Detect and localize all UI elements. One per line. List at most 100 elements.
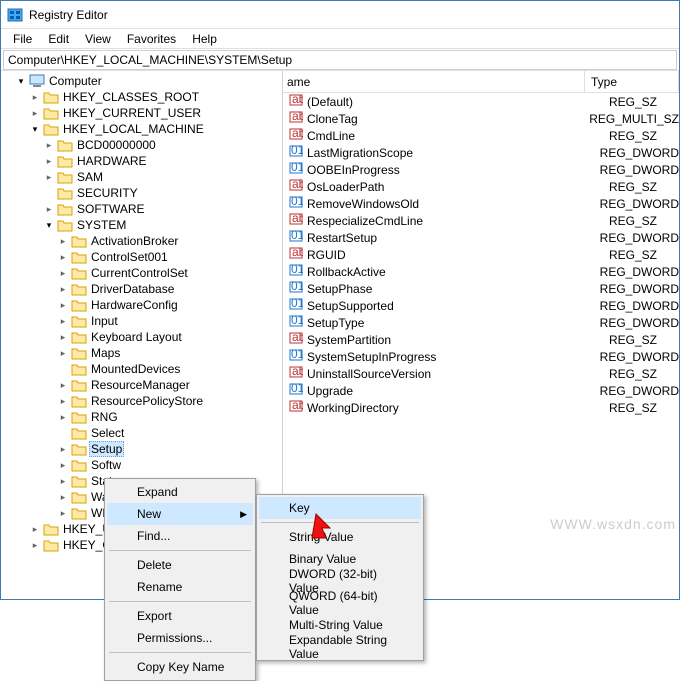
tree-root[interactable]: ▾Computer	[1, 73, 282, 89]
menu-edit[interactable]: Edit	[40, 30, 77, 48]
tree-hkcu[interactable]: ▸HKEY_CURRENT_USER	[1, 105, 282, 121]
table-row[interactable]: abUninstallSourceVersionREG_SZ	[283, 365, 679, 382]
cm-copykeyname[interactable]: Copy Key Name	[107, 656, 253, 678]
chevron-right-icon[interactable]: ▸	[43, 172, 55, 183]
tree-currentcontrolset[interactable]: ▸CurrentControlSet	[1, 265, 282, 281]
chevron-right-icon[interactable]: ▸	[57, 412, 69, 423]
tree-software-sub[interactable]: ▸Softw	[1, 457, 282, 473]
col-name-header[interactable]: ame	[283, 71, 585, 92]
tree-input[interactable]: ▸Input	[1, 313, 282, 329]
tree-mounteddevices[interactable]: MountedDevices	[1, 361, 282, 377]
tree-maps[interactable]: ▸Maps	[1, 345, 282, 361]
chevron-right-icon[interactable]: ▸	[57, 348, 69, 359]
tree-select[interactable]: Select	[1, 425, 282, 441]
tree-activationbroker[interactable]: ▸ActivationBroker	[1, 233, 282, 249]
chevron-right-icon[interactable]: ▸	[57, 476, 69, 487]
path-input[interactable]	[3, 50, 677, 70]
chevron-right-icon[interactable]: ▸	[29, 540, 41, 551]
tree-resourcepolicystore[interactable]: ▸ResourcePolicyStore	[1, 393, 282, 409]
chevron-right-icon[interactable]: ▸	[43, 140, 55, 151]
table-row[interactable]: 011SetupPhaseREG_DWORD	[283, 280, 679, 297]
table-row[interactable]: abCmdLineREG_SZ	[283, 127, 679, 144]
folder-icon	[71, 410, 87, 424]
tree-bcd[interactable]: ▸BCD00000000	[1, 137, 282, 153]
chevron-right-icon[interactable]: ▸	[43, 156, 55, 167]
chevron-right-icon[interactable]: ▸	[57, 300, 69, 311]
tree-hardware[interactable]: ▸HARDWARE	[1, 153, 282, 169]
chevron-right-icon[interactable]: ▸	[57, 396, 69, 407]
tree-hklm[interactable]: ▾HKEY_LOCAL_MACHINE	[1, 121, 282, 137]
tree-driverdatabase[interactable]: ▸DriverDatabase	[1, 281, 282, 297]
value-name: RestartSetup	[307, 231, 377, 245]
chevron-right-icon[interactable]: ▸	[57, 492, 69, 503]
cm-expandable[interactable]: Expandable String Value	[259, 636, 421, 658]
chevron-right-icon[interactable]: ▸	[57, 460, 69, 471]
chevron-right-icon[interactable]: ▸	[57, 236, 69, 247]
table-row[interactable]: 011SetupTypeREG_DWORD	[283, 314, 679, 331]
tree-hkcr[interactable]: ▸HKEY_CLASSES_ROOT	[1, 89, 282, 105]
chevron-right-icon[interactable]: ▸	[57, 252, 69, 263]
tree-system[interactable]: ▾SYSTEM	[1, 217, 282, 233]
tree-sam[interactable]: ▸SAM	[1, 169, 282, 185]
tree-security[interactable]: SECURITY	[1, 185, 282, 201]
table-row[interactable]: abSystemPartitionREG_SZ	[283, 331, 679, 348]
tree-software[interactable]: ▸SOFTWARE	[1, 201, 282, 217]
chevron-right-icon[interactable]: ▸	[43, 204, 55, 215]
value-name: SystemSetupInProgress	[307, 350, 436, 364]
cm-expand[interactable]: Expand	[107, 481, 253, 503]
tree-resourcemanager[interactable]: ▸ResourceManager	[1, 377, 282, 393]
cm-export[interactable]: Export	[107, 605, 253, 627]
menu-file[interactable]: File	[5, 30, 40, 48]
string-value-icon: ab	[289, 93, 303, 110]
cm-key[interactable]: Key	[259, 497, 421, 519]
cm-new[interactable]: New▶	[107, 503, 253, 525]
cm-permissions[interactable]: Permissions...	[107, 627, 253, 649]
svg-text:011: 011	[291, 144, 303, 157]
cm-find[interactable]: Find...	[107, 525, 253, 547]
tree-rng[interactable]: ▸RNG	[1, 409, 282, 425]
table-row[interactable]: abCloneTagREG_MULTI_SZ	[283, 110, 679, 127]
chevron-right-icon[interactable]: ▸	[57, 444, 69, 455]
menu-view[interactable]: View	[77, 30, 119, 48]
table-row[interactable]: abRespecializeCmdLineREG_SZ	[283, 212, 679, 229]
table-row[interactable]: 011UpgradeREG_DWORD	[283, 382, 679, 399]
menu-favorites[interactable]: Favorites	[119, 30, 184, 48]
table-row[interactable]: 011RollbackActiveREG_DWORD	[283, 263, 679, 280]
chevron-right-icon[interactable]: ▸	[57, 508, 69, 519]
chevron-right-icon[interactable]: ▸	[29, 92, 41, 103]
table-row[interactable]: 011SetupSupportedREG_DWORD	[283, 297, 679, 314]
tree-hardwareconfig[interactable]: ▸HardwareConfig	[1, 297, 282, 313]
chevron-down-icon[interactable]: ▾	[29, 124, 41, 135]
table-row[interactable]: 011LastMigrationScopeREG_DWORD	[283, 144, 679, 161]
chevron-down-icon[interactable]: ▾	[15, 76, 27, 87]
tree-setup[interactable]: ▸Setup	[1, 441, 282, 457]
cm-rename[interactable]: Rename	[107, 576, 253, 598]
cm-string[interactable]: String Value	[259, 526, 421, 548]
table-row[interactable]: 011RestartSetupREG_DWORD	[283, 229, 679, 246]
chevron-right-icon[interactable]: ▸	[29, 524, 41, 535]
folder-icon	[71, 362, 87, 376]
table-row[interactable]: abRGUIDREG_SZ	[283, 246, 679, 263]
chevron-right-icon[interactable]: ▸	[57, 316, 69, 327]
table-row[interactable]: 011SystemSetupInProgressREG_DWORD	[283, 348, 679, 365]
chevron-right-icon[interactable]: ▸	[57, 284, 69, 295]
binary-value-icon: 011	[289, 314, 303, 331]
chevron-right-icon[interactable]: ▸	[57, 268, 69, 279]
chevron-right-icon[interactable]: ▸	[57, 332, 69, 343]
string-value-icon: ab	[289, 365, 303, 382]
tree-keyboardlayout[interactable]: ▸Keyboard Layout	[1, 329, 282, 345]
menu-help[interactable]: Help	[184, 30, 225, 48]
chevron-right-icon[interactable]: ▸	[57, 380, 69, 391]
table-row[interactable]: 011OOBEInProgressREG_DWORD	[283, 161, 679, 178]
cm-multistring[interactable]: Multi-String Value	[259, 614, 421, 636]
col-type-header[interactable]: Type	[585, 71, 679, 92]
chevron-right-icon[interactable]: ▸	[29, 108, 41, 119]
cm-delete[interactable]: Delete	[107, 554, 253, 576]
chevron-down-icon[interactable]: ▾	[43, 220, 55, 231]
table-row[interactable]: ab(Default)REG_SZ	[283, 93, 679, 110]
cm-qword[interactable]: QWORD (64-bit) Value	[259, 592, 421, 614]
tree-controlset001[interactable]: ▸ControlSet001	[1, 249, 282, 265]
table-row[interactable]: abWorkingDirectoryREG_SZ	[283, 399, 679, 416]
table-row[interactable]: 011RemoveWindowsOldREG_DWORD	[283, 195, 679, 212]
table-row[interactable]: abOsLoaderPathREG_SZ	[283, 178, 679, 195]
